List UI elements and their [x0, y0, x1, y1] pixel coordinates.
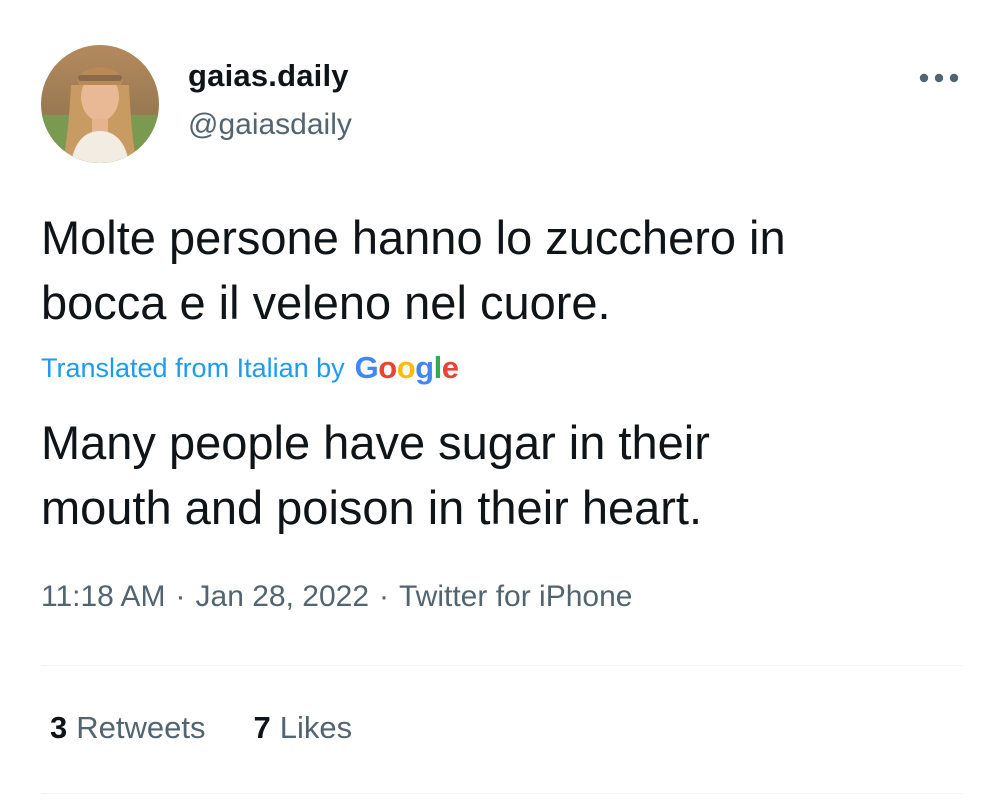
tweet-source[interactable]: Twitter for iPhone: [399, 580, 632, 614]
tweet-text: Molte persone hanno lo zucchero in bocca…: [41, 205, 971, 335]
retweets-count: 3: [50, 710, 68, 745]
likes-stat[interactable]: 7 Likes: [253, 710, 352, 746]
translation-attribution: Translated from Italian by G o o g l e: [41, 350, 459, 386]
google-logo-letter: g: [415, 350, 434, 385]
translated-tweet-text: Many people have sugar in their mouth an…: [41, 410, 971, 540]
tweet-metadata: 11:18 AM · Jan 28, 2022 · Twitter for iP…: [41, 580, 632, 614]
google-logo-letter: o: [378, 350, 397, 385]
translated-text-line: mouth and poison in their heart.: [41, 481, 703, 534]
google-logo-letter: o: [396, 350, 416, 385]
tweet-card: gaias.daily @gaiasdaily Molte persone ha…: [0, 0, 1002, 800]
google-logo-letter: G: [354, 350, 379, 385]
more-horizontal-icon: [919, 73, 959, 83]
profile-photo-image: [41, 45, 159, 163]
likes-label: Likes: [279, 710, 353, 745]
engagement-stats: 3 Retweets 7 Likes: [50, 710, 352, 746]
divider: [41, 665, 962, 666]
retweets-label: Retweets: [76, 710, 206, 745]
author-display-name[interactable]: gaias.daily: [188, 58, 349, 94]
tweet-date[interactable]: Jan 28, 2022: [196, 580, 369, 614]
more-options-button[interactable]: [912, 58, 966, 98]
tweet-text-line: Molte persone hanno lo zucchero in: [41, 211, 786, 264]
google-logo: G o o g l e: [355, 350, 459, 386]
meta-separator: ·: [379, 580, 390, 613]
retweets-stat[interactable]: 3 Retweets: [50, 710, 205, 746]
google-logo-letter: l: [433, 350, 443, 385]
translated-from-link[interactable]: Translated from Italian by: [41, 353, 345, 384]
author-handle[interactable]: @gaiasdaily: [188, 108, 352, 142]
tweet-time[interactable]: 11:18 AM: [41, 580, 166, 614]
likes-count: 7: [253, 710, 271, 745]
divider: [41, 793, 962, 794]
tweet-text-line: bocca e il veleno nel cuore.: [41, 276, 611, 329]
translated-text-line: Many people have sugar in their: [41, 416, 710, 469]
avatar[interactable]: [41, 45, 159, 163]
meta-separator: ·: [175, 580, 186, 613]
google-logo-letter: e: [441, 350, 459, 385]
